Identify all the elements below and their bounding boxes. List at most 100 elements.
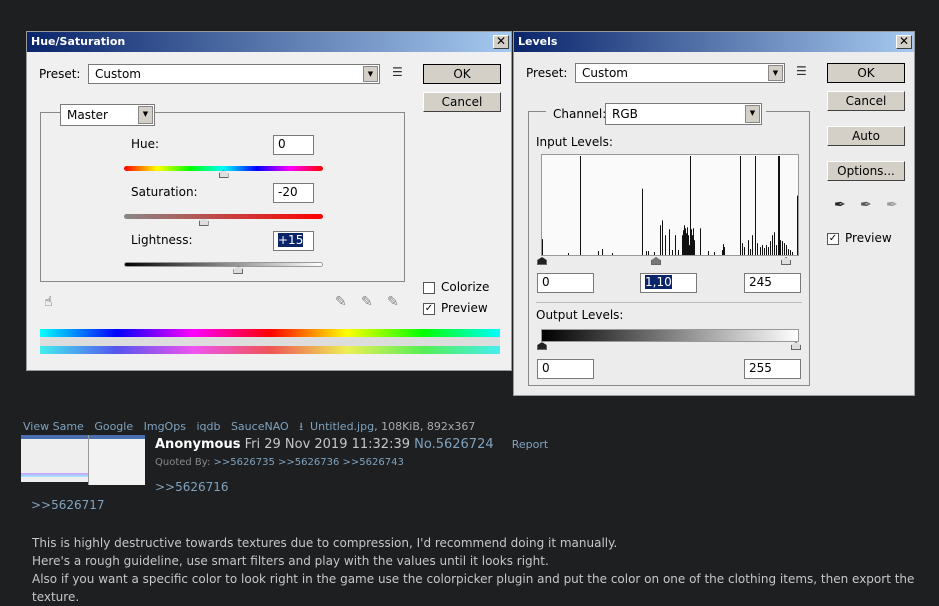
divider (536, 302, 802, 303)
chevron-down-icon: ▼ (745, 105, 760, 123)
histogram-bar (646, 251, 647, 255)
output-gradient (541, 329, 799, 342)
chevron-down-icon: ▼ (138, 106, 153, 124)
close-button[interactable]: ✕ (493, 35, 509, 49)
iqdb-link[interactable]: iqdb (196, 420, 220, 433)
preset-menu-icon[interactable]: ☰ (796, 64, 807, 78)
imgops-link[interactable]: ImgOps (144, 420, 186, 433)
histogram-bar (755, 156, 756, 255)
dialog-title: Levels (514, 32, 914, 52)
quoted-by-label: Quoted By: (155, 457, 211, 468)
histogram-bar (772, 235, 773, 255)
histogram-bar (678, 250, 679, 255)
post-body: This is highly destructive towards textu… (32, 534, 939, 606)
close-button[interactable]: ✕ (896, 35, 912, 49)
file-link[interactable]: Untitled.jpg (310, 420, 374, 433)
histogram-bar (762, 245, 763, 255)
histogram-bar (598, 251, 599, 255)
preset-label: Preset: (39, 67, 81, 81)
histogram-bar (642, 188, 643, 255)
input-color-bar (40, 329, 500, 337)
lightness-value: +15 (278, 233, 304, 247)
chevron-down-icon: ▼ (363, 66, 378, 82)
colorize-label: Colorize (441, 280, 490, 294)
eyedropper-plus-icon[interactable]: ✎ (361, 294, 373, 310)
post-line: Also if you want a specific color to loo… (32, 572, 915, 604)
report-link[interactable]: Report (512, 438, 548, 451)
file-info: , 108KiB, 892x367 (374, 420, 476, 433)
channel-select[interactable]: Master ▼ (60, 104, 155, 126)
levels-dialog: Levels ✕ Preset: Custom ▼ ☰ OK Cancel Aut… (513, 31, 915, 396)
input-levels-label: Input Levels: (536, 135, 613, 149)
histogram-bar (682, 235, 683, 255)
lightness-slider[interactable] (124, 262, 323, 267)
histogram-bar (693, 228, 694, 255)
google-link[interactable]: Google (94, 420, 133, 433)
thumbnail-right (88, 435, 145, 485)
histogram-bar (740, 156, 741, 255)
ok-button[interactable]: OK (423, 64, 501, 84)
targeted-adjustment-hand-icon[interactable]: ☝ (44, 294, 53, 310)
input-gamma-field[interactable]: 1,10 (640, 273, 697, 293)
preview-checkbox[interactable]: ✓ (423, 303, 435, 315)
quote-link[interactable]: >>5626716 (155, 480, 229, 494)
preset-menu-icon[interactable]: ☰ (392, 65, 403, 79)
white-eyedropper-icon[interactable]: ✒ (886, 197, 898, 213)
channel-select[interactable]: RGB ▼ (605, 103, 762, 125)
lightness-input[interactable]: +15 (273, 231, 314, 251)
backlink[interactable]: >>5626736 (278, 457, 339, 468)
preset-select[interactable]: Custom ▼ (88, 64, 380, 84)
post-line: Here's a rough guideline, use smart filt… (32, 554, 549, 568)
range-bar (40, 337, 500, 346)
poster-name: Anonymous (155, 437, 241, 452)
quoted-by: Quoted By: >>5626735 >>5626736 >>5626743 (155, 457, 404, 468)
histogram-bar (784, 243, 785, 255)
saturation-input[interactable]: -20 (273, 183, 314, 203)
input-white-field[interactable]: 245 (744, 273, 801, 293)
histogram-bar (748, 240, 749, 255)
input-black-field[interactable]: 0 (537, 273, 594, 293)
dialog-title: Hue/Saturation (27, 32, 511, 52)
backlink[interactable]: >>5626735 (214, 457, 275, 468)
post-header: Anonymous Fri 29 Nov 2019 11:32:39 No.56… (155, 437, 548, 452)
eyedropper-minus-icon[interactable]: ✎ (387, 294, 399, 310)
saucenao-link[interactable]: SauceNAO (231, 420, 289, 433)
histogram-bar (685, 228, 686, 255)
histogram-bar (790, 250, 791, 255)
black-eyedropper-icon[interactable]: ✒ (834, 197, 846, 213)
hue-input[interactable]: 0 (273, 135, 314, 155)
view-same-link[interactable]: View Same (23, 420, 84, 433)
eyedropper-icon[interactable]: ✎ (335, 294, 347, 310)
histogram-bar (744, 247, 745, 255)
colorize-checkbox[interactable] (423, 282, 435, 294)
post-number[interactable]: No.5626724 (414, 437, 493, 452)
backlink[interactable]: >>5626743 (343, 457, 404, 468)
histogram-bar (648, 251, 649, 255)
auto-button[interactable]: Auto (827, 126, 905, 146)
cancel-button[interactable]: Cancel (423, 92, 501, 112)
cancel-button[interactable]: Cancel (827, 91, 905, 111)
channel-label: Channel: (553, 107, 607, 121)
histogram-bar (602, 249, 603, 255)
histogram (541, 154, 799, 256)
preview-checkbox[interactable]: ✓ (827, 233, 839, 245)
saturation-slider[interactable] (124, 214, 323, 219)
preset-select[interactable]: Custom ▼ (575, 63, 785, 83)
quote-link[interactable]: >>5626717 (31, 498, 105, 512)
chevron-down-icon: ▼ (768, 65, 783, 81)
histogram-bar (687, 227, 688, 255)
hue-label: Hue: (131, 137, 160, 151)
post-thumbnail[interactable] (21, 435, 145, 485)
histogram-bar (780, 240, 781, 255)
histogram-bar (654, 252, 655, 255)
histogram-bar (782, 241, 783, 255)
histogram-bar (568, 253, 569, 255)
histogram-bar (708, 251, 709, 255)
histogram-bar (694, 240, 695, 255)
output-white-field[interactable]: 255 (744, 359, 801, 379)
ok-button[interactable]: OK (827, 63, 905, 83)
gray-eyedropper-icon[interactable]: ✒ (860, 197, 872, 213)
options-button[interactable]: Options... (827, 161, 905, 181)
output-black-field[interactable]: 0 (537, 359, 594, 379)
download-icon[interactable]: ⭳ (299, 420, 303, 433)
